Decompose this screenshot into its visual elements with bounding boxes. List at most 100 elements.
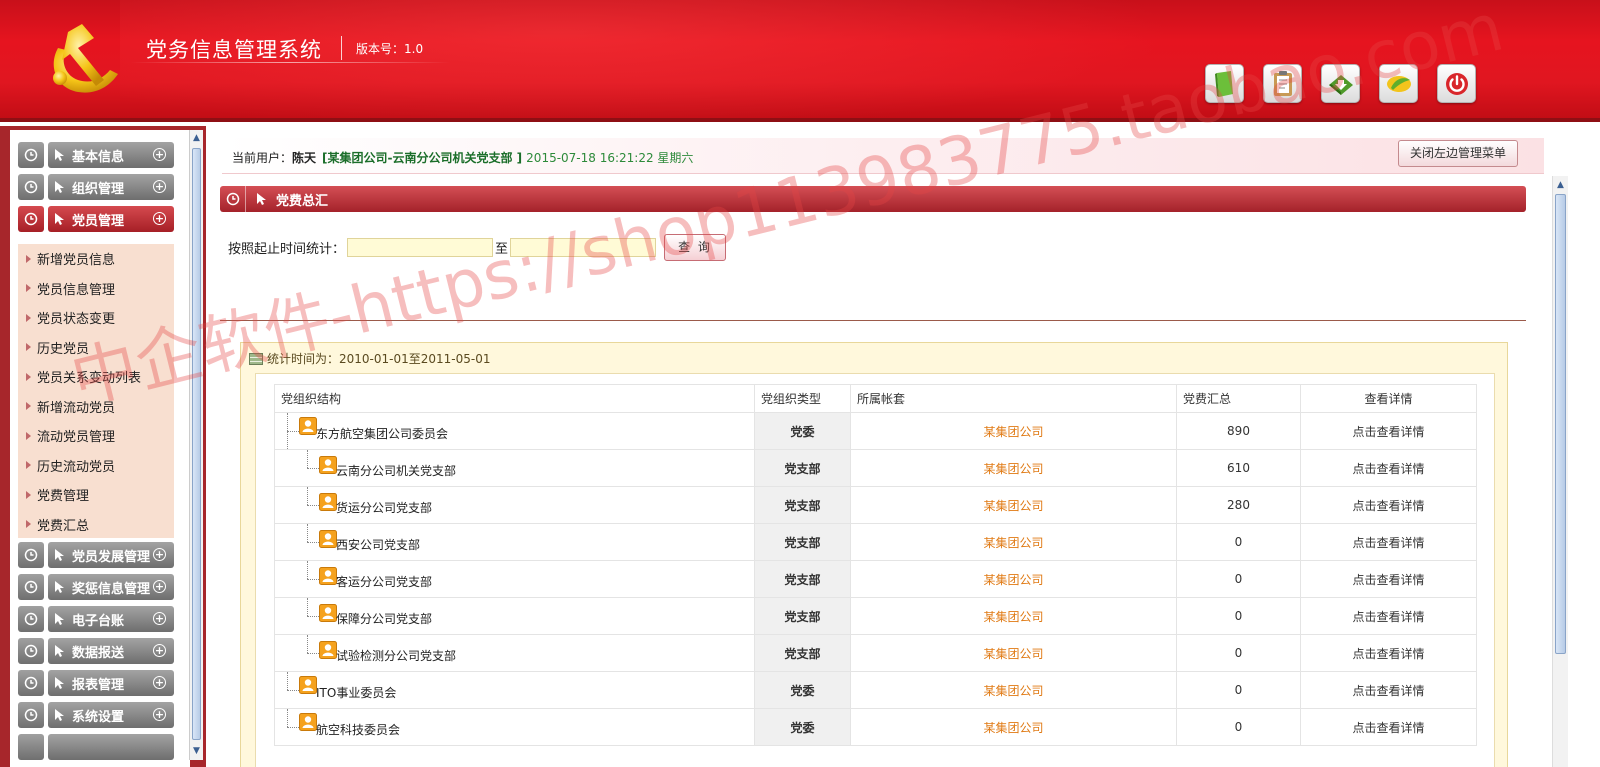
submenu-item[interactable]: 历史党员 (18, 333, 174, 363)
org-cell: 试验检测分公司党支部 (274, 634, 755, 672)
cursor-icon (55, 181, 64, 193)
person-icon (319, 456, 337, 474)
menu-development[interactable]: 党员发展管理 + (18, 542, 174, 568)
main-scrollbar[interactable]: ▲ (1552, 176, 1568, 767)
menu-label: 报表管理 (72, 677, 125, 693)
view-detail-link[interactable]: 点击查看详情 (1300, 671, 1477, 709)
submenu-item[interactable]: 党员关系变动列表 (18, 362, 174, 392)
menu-member-management[interactable]: 党员管理 + (18, 206, 174, 232)
close-left-menu-button[interactable]: 关闭左边管理菜单 (1398, 140, 1518, 167)
triangle-icon (26, 490, 31, 499)
menu-label: 党员发展管理 (72, 549, 151, 565)
org-name[interactable]: 保障分公司党支部 (336, 610, 432, 627)
plus-icon: + (153, 644, 166, 657)
account-name: 某集团公司 (850, 597, 1177, 635)
menu-partial[interactable] (18, 734, 174, 760)
submenu-item[interactable]: 党费汇总 (18, 510, 174, 540)
book-icon[interactable] (1205, 64, 1244, 103)
cursor-icon (55, 645, 64, 657)
scroll-up-icon[interactable]: ▲ (1555, 178, 1566, 192)
table-body: 东方航空集团公司委员会 党委 某集团公司 890 点击查看详情 云南分公司机关党支部 党支部… (274, 412, 1477, 746)
menu-e-ledger[interactable]: 电子台账 + (18, 606, 174, 632)
col-org-structure: 党组织结构 (274, 384, 755, 413)
person-icon (319, 493, 337, 511)
menu-data-report[interactable]: 数据报送 + (18, 638, 174, 664)
dues-sum: 0 (1176, 560, 1301, 598)
view-detail-link[interactable]: 点击查看详情 (1300, 523, 1477, 561)
submenu-item[interactable]: 流动党员管理 (18, 421, 174, 451)
submenu-label: 历史流动党员 (37, 459, 116, 475)
menu-label: 奖惩信息管理 (72, 581, 151, 597)
table-row: 客运分公司党支部 党支部 某集团公司 0 点击查看详情 (274, 560, 1477, 598)
submenu-label: 新增流动党员 (37, 400, 116, 416)
view-detail-link[interactable]: 点击查看详情 (1300, 597, 1477, 635)
download-icon[interactable] (1321, 64, 1360, 103)
clock-icon (18, 670, 44, 696)
menu-report-management[interactable]: 报表管理 + (18, 670, 174, 696)
account-name: 某集团公司 (850, 449, 1177, 487)
menu-label: 组织管理 (72, 181, 125, 197)
menu-basic-info[interactable]: 基本信息 + (18, 142, 174, 168)
view-detail-link[interactable]: 点击查看详情 (1300, 560, 1477, 598)
org-name[interactable]: 东方航空集团公司委员会 (316, 425, 448, 442)
account-name: 某集团公司 (850, 671, 1177, 709)
person-icon (319, 604, 337, 622)
plus-icon: + (153, 580, 166, 593)
title-underline (130, 62, 450, 63)
view-detail-link[interactable]: 点击查看详情 (1300, 412, 1477, 450)
org-name[interactable]: 客运分公司党支部 (336, 573, 432, 590)
org-name[interactable]: 云南分公司机关党支部 (336, 462, 456, 479)
cursor-icon (55, 581, 64, 593)
user-info: 当前用户：陈天 [某集团公司-云南分公司机关党支部 ] 2015-07-18 16:… (232, 149, 693, 166)
submenu-item[interactable]: 新增党员信息 (18, 244, 174, 274)
scroll-down-icon[interactable]: ▼ (191, 744, 202, 758)
table-row: 西安公司党支部 党支部 某集团公司 0 点击查看详情 (274, 523, 1477, 561)
submenu-item[interactable]: 新增流动党员 (18, 392, 174, 422)
view-detail-link[interactable]: 点击查看详情 (1300, 634, 1477, 672)
org-name[interactable]: 航空科技委员会 (316, 721, 400, 738)
submenu-item[interactable]: 党费管理 (18, 480, 174, 510)
org-name[interactable]: 西安公司党支部 (336, 536, 420, 553)
triangle-icon (26, 372, 31, 381)
table-row: 航空科技委员会 党委 某集团公司 0 点击查看详情 (274, 708, 1477, 746)
plus-icon: + (153, 180, 166, 193)
table-row: 试验检测分公司党支部 党支部 某集团公司 0 点击查看详情 (274, 634, 1477, 672)
submenu-item[interactable]: 历史流动党员 (18, 451, 174, 481)
table-row: 保障分公司党支部 党支部 某集团公司 0 点击查看详情 (274, 597, 1477, 635)
query-button[interactable]: 查 询 (664, 234, 727, 261)
col-dues-sum: 党费汇总 (1176, 384, 1301, 413)
sidebar-scrollbar[interactable]: ▲ ▼ (189, 130, 203, 760)
clock-icon (18, 174, 44, 200)
submenu-label: 党员信息管理 (37, 282, 116, 298)
org-type: 党委 (754, 708, 851, 746)
scroll-up-icon[interactable]: ▲ (191, 131, 202, 145)
submenu-item[interactable]: 党员信息管理 (18, 274, 174, 304)
org-name[interactable]: 货运分公司党支部 (336, 499, 432, 516)
main-content: 当前用户：陈天 [某集团公司-云南分公司机关党支部 ] 2015-07-18 16:… (206, 126, 1600, 767)
power-icon[interactable] (1437, 64, 1476, 103)
person-icon (299, 417, 317, 435)
scroll-thumb[interactable] (192, 148, 201, 740)
scroll-thumb[interactable] (1555, 194, 1566, 654)
view-detail-link[interactable]: 点击查看详情 (1300, 486, 1477, 524)
title-separator (341, 36, 342, 60)
end-date-input[interactable] (510, 238, 657, 257)
org-name[interactable]: ITO事业委员会 (316, 684, 396, 701)
triangle-icon (26, 402, 31, 411)
dues-sum: 0 (1176, 523, 1301, 561)
dues-sum: 0 (1176, 708, 1301, 746)
org-name[interactable]: 试验检测分公司党支部 (336, 647, 456, 664)
menu-system-settings[interactable]: 系统设置 + (18, 702, 174, 728)
clipboard-icon[interactable] (1263, 64, 1302, 103)
menu-rewards[interactable]: 奖惩信息管理 + (18, 574, 174, 600)
start-date-input[interactable] (347, 238, 494, 257)
leaf-icon[interactable] (1379, 64, 1418, 103)
menu-org-management[interactable]: 组织管理 + (18, 174, 174, 200)
dues-sum: 0 (1176, 634, 1301, 672)
triangle-icon (26, 284, 31, 293)
view-detail-link[interactable]: 点击查看详情 (1300, 708, 1477, 746)
clock-icon (18, 606, 44, 632)
view-detail-link[interactable]: 点击查看详情 (1300, 449, 1477, 487)
submenu-item[interactable]: 党员状态变更 (18, 303, 174, 333)
statistics-period: 统计时间为：2010-01-01至2011-05-01 (267, 352, 491, 366)
